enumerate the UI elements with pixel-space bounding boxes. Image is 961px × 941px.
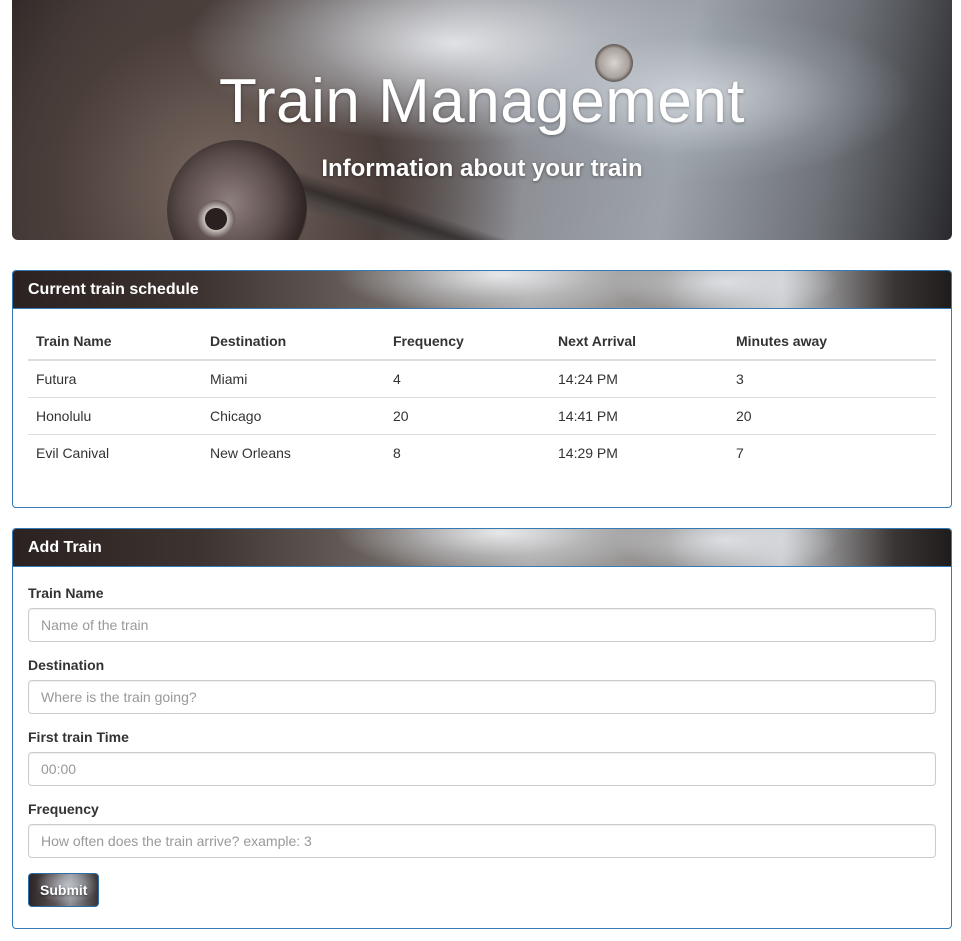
frequency-label: Frequency <box>28 801 99 817</box>
schedule-panel-heading: Current train schedule <box>13 271 951 309</box>
cell-next-arrival: 14:41 PM <box>550 397 728 435</box>
cell-frequency: 4 <box>393 371 401 387</box>
first-train-time-input[interactable] <box>28 752 936 786</box>
column-header-train-name: Train Name <box>28 324 202 361</box>
form-group-first-train-time: First train Time <box>28 729 936 786</box>
hero-locomotive-emblem <box>197 200 235 238</box>
table-header-row: Train Name Destination Frequency Next Ar… <box>28 324 936 361</box>
first-train-time-label: First train Time <box>28 729 129 745</box>
page-title: Train Management <box>218 67 746 136</box>
table-row: Evil Canival New Orleans 8 14:29 PM 7 <box>28 434 936 472</box>
cell-train-name: Evil Canival <box>28 434 202 472</box>
cell-next-arrival: 14:24 PM <box>558 371 618 387</box>
train-name-input[interactable] <box>28 608 936 642</box>
cell-minutes-away: 7 <box>728 434 936 472</box>
column-header-minutes-away: Minutes away <box>728 324 936 361</box>
cell-frequency: 20 <box>385 397 550 435</box>
destination-label: Destination <box>28 657 105 673</box>
add-train-form: Train Name Destination First train Time … <box>13 567 951 922</box>
cell-destination: Chicago <box>202 397 385 435</box>
cell-destination: New Orleans <box>202 434 385 472</box>
hero-banner: Train Management Information about your … <box>12 0 952 240</box>
table-row: Futura Miami 4 14:24 PM 3 <box>28 360 936 398</box>
add-train-panel: Add Train Train Name Destination First t… <box>12 528 952 929</box>
submit-button[interactable]: Submit <box>28 873 100 907</box>
cell-train-name: Futura <box>36 371 77 387</box>
train-name-label: Train Name <box>28 585 104 601</box>
form-group-destination: Destination <box>28 657 936 714</box>
page-subtitle: Information about your train <box>321 155 643 182</box>
schedule-panel: Current train schedule Train Name Destin… <box>12 270 952 508</box>
schedule-panel-body: Train Name Destination Frequency Next Ar… <box>13 309 951 487</box>
table-row: Honolulu Chicago 20 14:41 PM 20 <box>28 397 936 435</box>
cell-train-name: Honolulu <box>28 397 202 435</box>
column-header-destination: Destination <box>202 324 385 361</box>
column-header-next-arrival: Next Arrival <box>550 324 728 361</box>
page: Train Management Information about your … <box>0 0 961 941</box>
cell-minutes-away: 3 <box>736 371 744 387</box>
add-train-panel-heading: Add Train <box>13 529 951 567</box>
cell-minutes-away: 20 <box>728 397 936 435</box>
cell-destination: Miami <box>210 371 248 387</box>
frequency-input[interactable] <box>28 824 936 858</box>
column-header-frequency: Frequency <box>385 324 550 361</box>
cell-frequency: 8 <box>385 434 550 472</box>
form-group-frequency: Frequency <box>28 801 936 858</box>
schedule-table: Train Name Destination Frequency Next Ar… <box>28 324 936 472</box>
form-group-train-name: Train Name <box>28 585 936 642</box>
cell-next-arrival: 14:29 PM <box>550 434 728 472</box>
destination-input[interactable] <box>28 680 936 714</box>
